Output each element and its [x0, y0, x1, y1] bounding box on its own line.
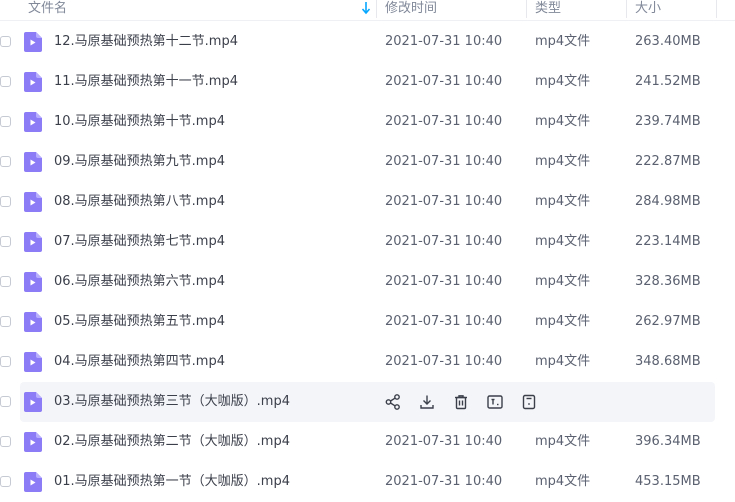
file-size: 284.98MB [635, 194, 701, 209]
file-row[interactable]: 04.马原基础预热第四节.mp4 2021-07-31 10:40 mp4文件 … [0, 342, 735, 382]
video-file-icon [24, 432, 42, 452]
row-checkbox[interactable] [0, 116, 11, 127]
video-file-icon [24, 272, 42, 292]
file-name[interactable]: 02.马原基础预热第二节（大咖版）.mp4 [54, 422, 290, 462]
video-file-icon [24, 232, 42, 252]
file-name[interactable]: 10.马原基础预热第十节.mp4 [54, 102, 225, 142]
row-checkbox[interactable] [0, 36, 11, 47]
file-type: mp4文件 [535, 34, 591, 49]
file-modified: 2021-07-31 10:40 [385, 354, 503, 369]
file-row[interactable]: 01.马原基础预热第一节（大咖版）.mp4 2021-07-31 10:40 m… [0, 462, 735, 502]
file-row[interactable]: 08.马原基础预热第八节.mp4 2021-07-31 10:40 mp4文件 … [0, 182, 735, 222]
file-row[interactable]: 11.马原基础预热第十一节.mp4 2021-07-31 10:40 mp4文件… [0, 62, 735, 102]
file-name[interactable]: 01.马原基础预热第一节（大咖版）.mp4 [54, 462, 290, 502]
file-size: 239.74MB [635, 114, 701, 129]
column-divider[interactable] [716, 0, 717, 18]
file-name[interactable]: 09.马原基础预热第九节.mp4 [54, 142, 225, 182]
row-checkbox[interactable] [0, 76, 11, 87]
file-row[interactable]: 02.马原基础预热第二节（大咖版）.mp4 2021-07-31 10:40 m… [0, 422, 735, 462]
file-list-header: 文件名 修改时间 类型 大小 [0, 0, 735, 21]
row-checkbox[interactable] [0, 236, 11, 247]
file-size: 263.40MB [635, 34, 701, 49]
video-file-icon [24, 112, 42, 132]
row-checkbox[interactable] [0, 156, 11, 167]
share-icon[interactable] [384, 393, 402, 411]
file-modified: 2021-07-31 10:40 [385, 314, 503, 329]
row-checkbox[interactable] [0, 476, 11, 487]
file-size: 241.52MB [635, 74, 701, 89]
more-icon[interactable] [520, 393, 538, 411]
column-divider[interactable] [626, 0, 627, 18]
column-header-modified[interactable]: 修改时间 [385, 0, 437, 19]
file-name[interactable]: 06.马原基础预热第六节.mp4 [54, 262, 225, 302]
file-modified: 2021-07-31 10:40 [385, 474, 503, 489]
file-row[interactable]: 05.马原基础预热第五节.mp4 2021-07-31 10:40 mp4文件 … [0, 302, 735, 342]
file-name[interactable]: 12.马原基础预热第十二节.mp4 [54, 22, 238, 62]
video-file-icon [24, 392, 42, 412]
column-header-size[interactable]: 大小 [635, 0, 661, 19]
file-modified: 2021-07-31 10:40 [385, 154, 503, 169]
file-type: mp4文件 [535, 74, 591, 89]
file-modified: 2021-07-31 10:40 [385, 34, 503, 49]
file-type: mp4文件 [535, 234, 591, 249]
video-file-icon [24, 312, 42, 332]
download-icon[interactable] [418, 393, 436, 411]
file-modified: 2021-07-31 10:40 [385, 194, 503, 209]
file-size: 262.97MB [635, 314, 701, 329]
file-modified: 2021-07-31 10:40 [385, 74, 503, 89]
column-divider[interactable] [526, 0, 527, 18]
row-checkbox[interactable] [0, 396, 11, 407]
file-size: 222.87MB [635, 154, 701, 169]
video-file-icon [24, 32, 42, 52]
file-name[interactable]: 08.马原基础预热第八节.mp4 [54, 182, 225, 222]
video-file-icon [24, 192, 42, 212]
video-file-icon [24, 472, 42, 492]
file-type: mp4文件 [535, 314, 591, 329]
row-checkbox[interactable] [0, 316, 11, 327]
file-row[interactable]: 10.马原基础预热第十节.mp4 2021-07-31 10:40 mp4文件 … [0, 102, 735, 142]
file-size: 453.15MB [635, 474, 701, 489]
file-modified: 2021-07-31 10:40 [385, 434, 503, 449]
file-row-hovered[interactable]: 03.马原基础预热第三节（大咖版）.mp4 [0, 382, 735, 422]
sort-descending-icon[interactable] [360, 0, 372, 16]
file-name[interactable]: 05.马原基础预热第五节.mp4 [54, 302, 225, 342]
row-checkbox[interactable] [0, 196, 11, 207]
file-list-page: 文件名 修改时间 类型 大小 12.马原基础预热第十二节.mp4 2021-07… [0, 0, 735, 502]
file-type: mp4文件 [535, 194, 591, 209]
file-type: mp4文件 [535, 154, 591, 169]
file-name[interactable]: 04.马原基础预热第四节.mp4 [54, 342, 225, 382]
file-type: mp4文件 [535, 434, 591, 449]
file-type: mp4文件 [535, 354, 591, 369]
file-row[interactable]: 09.马原基础预热第九节.mp4 2021-07-31 10:40 mp4文件 … [0, 142, 735, 182]
row-checkbox[interactable] [0, 356, 11, 367]
video-file-icon [24, 152, 42, 172]
file-row[interactable]: 12.马原基础预热第十二节.mp4 2021-07-31 10:40 mp4文件… [0, 22, 735, 62]
file-modified: 2021-07-31 10:40 [385, 114, 503, 129]
column-divider[interactable] [376, 0, 377, 18]
file-modified: 2021-07-31 10:40 [385, 234, 503, 249]
video-file-icon [24, 352, 42, 372]
file-type: mp4文件 [535, 114, 591, 129]
video-file-icon [24, 72, 42, 92]
file-rows: 12.马原基础预热第十二节.mp4 2021-07-31 10:40 mp4文件… [0, 22, 735, 502]
column-header-type[interactable]: 类型 [535, 0, 561, 19]
file-size: 223.14MB [635, 234, 701, 249]
file-row[interactable]: 06.马原基础预热第六节.mp4 2021-07-31 10:40 mp4文件 … [0, 262, 735, 302]
file-row[interactable]: 07.马原基础预热第七节.mp4 2021-07-31 10:40 mp4文件 … [0, 222, 735, 262]
file-name[interactable]: 11.马原基础预热第十一节.mp4 [54, 62, 238, 102]
file-size: 396.34MB [635, 434, 701, 449]
column-header-name[interactable]: 文件名 [28, 0, 67, 19]
file-type: mp4文件 [535, 274, 591, 289]
rename-icon[interactable] [486, 393, 504, 411]
file-name[interactable]: 07.马原基础预热第七节.mp4 [54, 222, 225, 262]
delete-icon[interactable] [452, 393, 470, 411]
file-name[interactable]: 03.马原基础预热第三节（大咖版）.mp4 [54, 382, 290, 422]
file-type: mp4文件 [535, 474, 591, 489]
file-size: 348.68MB [635, 354, 701, 369]
file-modified: 2021-07-31 10:40 [385, 274, 503, 289]
row-checkbox[interactable] [0, 276, 11, 287]
row-checkbox[interactable] [0, 436, 11, 447]
file-size: 328.36MB [635, 274, 701, 289]
